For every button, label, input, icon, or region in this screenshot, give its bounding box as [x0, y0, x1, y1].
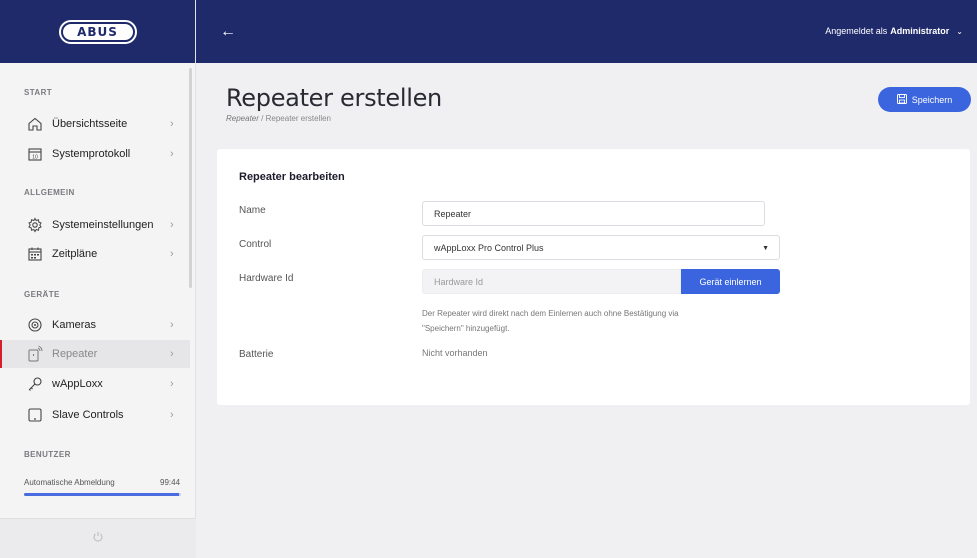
section-title-allgemein: ALLGEMEIN: [24, 188, 75, 197]
hint-line-1: Der Repeater wird direkt nach dem Einler…: [422, 309, 679, 318]
chevron-right-icon: ›: [170, 378, 174, 390]
home-icon: [26, 115, 44, 133]
chevron-right-icon: ›: [170, 118, 174, 130]
repeater-icon: [26, 345, 44, 363]
back-arrow-icon[interactable]: ←: [220, 23, 236, 41]
repeater-form-card: Repeater bearbeiten Name Repeater Contro…: [217, 149, 970, 405]
chevron-down-icon: ▼: [762, 245, 769, 252]
card-title: Repeater bearbeiten: [239, 171, 345, 183]
svg-text:10: 10: [32, 155, 38, 161]
sidebar-item-label: Systemprotokoll: [52, 148, 131, 160]
sidebar-footer: [0, 518, 196, 558]
chevron-right-icon: ›: [170, 319, 174, 331]
chevron-right-icon: ›: [170, 409, 174, 421]
user-name: Administrator: [890, 26, 950, 36]
sidebar-item-label: Zeitpläne: [52, 248, 98, 260]
chevron-right-icon: ›: [170, 219, 174, 231]
name-field-value: Repeater: [434, 208, 472, 219]
section-title-benutzer: BENUTZER: [24, 450, 71, 459]
control-select[interactable]: wAppLoxx Pro Control Plus ▼: [422, 235, 780, 260]
chevron-down-icon: ⌄: [956, 26, 963, 36]
save-button-label: Speichern: [911, 94, 953, 105]
logo-bar: ABUS: [0, 0, 195, 63]
sidebar-item-repeater[interactable]: Repeater ›: [0, 340, 190, 368]
user-prefix: Angemeldet als: [825, 26, 888, 36]
control-select-value: wAppLoxx Pro Control Plus: [434, 242, 544, 253]
auto-logout-time: 99:44: [160, 478, 181, 487]
section-title-geraete: GERÄTE: [24, 290, 60, 299]
sidebar-item-wapploxx[interactable]: wAppLoxx ›: [0, 370, 190, 398]
hardware-hint: Der Repeater wird direkt nach dem Einler…: [422, 306, 782, 336]
breadcrumb-current: Repeater erstellen: [265, 114, 331, 123]
sidebar-item-label: wAppLoxx: [52, 378, 103, 390]
control-label: Control: [239, 239, 272, 250]
sidebar-item-label: Übersichtsseite: [52, 118, 128, 130]
sidebar-item-uebersichtsseite[interactable]: Übersichtsseite ›: [0, 110, 190, 138]
sidebar-item-label: Repeater: [52, 348, 98, 360]
learn-device-button[interactable]: Gerät einlernen: [681, 269, 780, 294]
sidebar-item-systemeinstellungen[interactable]: Systemeinstellungen ›: [0, 211, 190, 239]
auto-logout-progress: [24, 493, 181, 496]
chevron-right-icon: ›: [170, 248, 174, 260]
camera-icon: [26, 316, 44, 334]
save-button[interactable]: Speichern: [878, 87, 971, 112]
hint-line-2: "Speichern" hinzugefügt.: [422, 324, 510, 333]
key-icon: [26, 375, 44, 393]
chevron-right-icon: ›: [170, 148, 174, 160]
hardware-id-input[interactable]: Hardware Id: [422, 269, 681, 294]
user-menu[interactable]: Angemeldet als Administrator ⌄: [825, 26, 963, 36]
gear-icon: [26, 216, 44, 234]
hardware-id-placeholder: Hardware Id: [434, 276, 484, 287]
calendar-icon: 10: [26, 145, 44, 163]
power-icon[interactable]: [92, 531, 104, 546]
sidebar-item-label: Systemeinstellungen: [52, 219, 154, 231]
name-label: Name: [239, 205, 266, 216]
logo-text: ABUS: [77, 24, 118, 39]
topbar: ← Angemeldet als Administrator ⌄: [196, 0, 977, 63]
breadcrumb: Repeater / Repeater erstellen: [226, 114, 331, 123]
save-icon: [896, 93, 907, 106]
tablet-icon: [26, 406, 44, 424]
name-field[interactable]: Repeater: [422, 201, 765, 226]
schedule-icon: [26, 245, 44, 263]
sidebar-item-kameras[interactable]: Kameras ›: [0, 311, 190, 339]
sidebar: ABUS START Übersichtsseite › 10 Systempr…: [0, 0, 196, 558]
sidebar-item-label: Kameras: [52, 319, 97, 331]
sidebar-item-zeitplaene[interactable]: Zeitpläne ›: [0, 240, 190, 268]
chevron-right-icon: ›: [170, 348, 174, 360]
breadcrumb-link-repeater[interactable]: Repeater: [226, 114, 259, 123]
page-title: Repeater erstellen: [226, 84, 442, 112]
abus-logo[interactable]: ABUS: [58, 19, 137, 44]
hardware-id-label: Hardware Id: [239, 273, 294, 284]
sidebar-item-slave-controls[interactable]: Slave Controls ›: [0, 401, 190, 429]
breadcrumb-separator: /: [261, 114, 264, 123]
section-title-start: START: [24, 88, 53, 97]
auto-logout-label: Automatische Abmeldung: [24, 478, 115, 487]
battery-label: Batterie: [239, 349, 274, 360]
sidebar-item-systemprotokoll[interactable]: 10 Systemprotokoll ›: [0, 140, 190, 168]
battery-value: Nicht vorhanden: [422, 348, 488, 358]
auto-logout-progress-fill: [24, 493, 180, 496]
sidebar-item-label: Slave Controls: [52, 409, 124, 421]
